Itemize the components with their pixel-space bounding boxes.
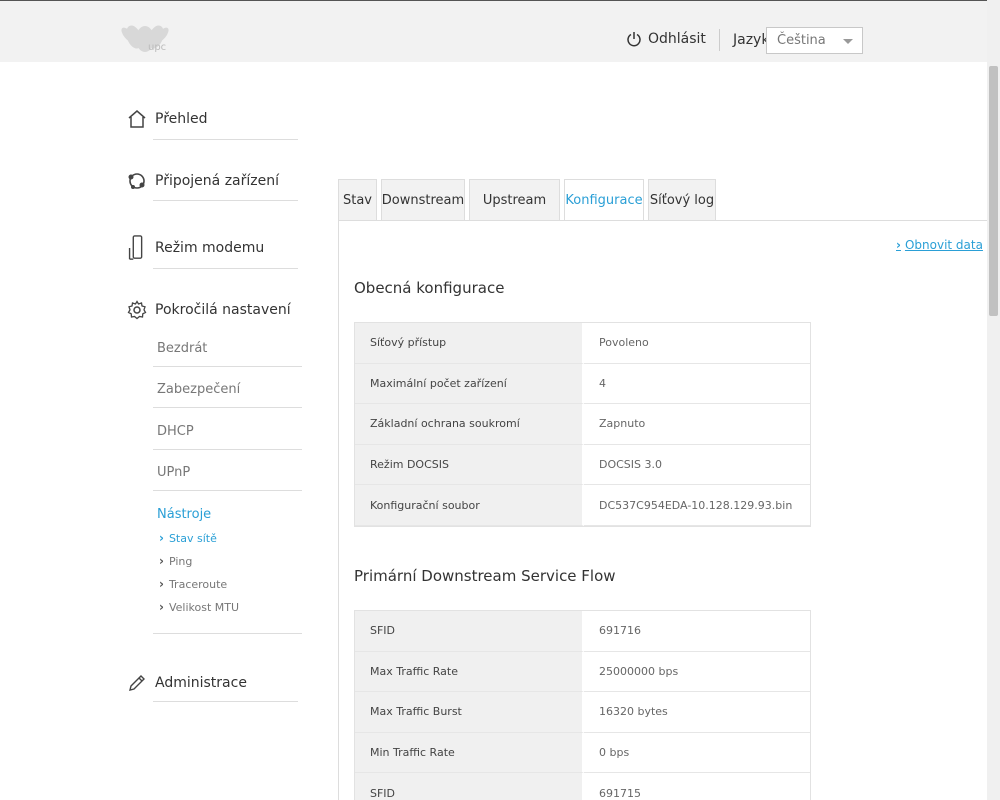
- caret-down-icon: [843, 39, 853, 44]
- tool-label: Velikost MTU: [168, 600, 240, 614]
- config-value: 25000000 bps: [584, 651, 810, 693]
- tab-upstream[interactable]: Upstream: [469, 179, 560, 220]
- sidebar-subitem-wireless[interactable]: Bezdrát: [157, 341, 207, 356]
- tool-label: Ping: [168, 554, 193, 568]
- home-icon: [128, 110, 146, 128]
- section-title-general: Obecná konfigurace: [354, 279, 505, 297]
- divider: [153, 633, 302, 634]
- refresh-label: Obnovit data: [904, 238, 983, 252]
- config-value: Povoleno: [584, 323, 810, 364]
- divider: [153, 366, 302, 367]
- config-key: Konfigurační soubor: [355, 485, 584, 526]
- sidebar-item-advanced[interactable]: Pokročilá nastavení: [127, 300, 291, 320]
- table-row: Maximální počet zařízení 4: [355, 363, 810, 405]
- refresh-data-link[interactable]: › Obnovit data: [896, 238, 983, 252]
- downstream-flow-table: SFID 691716 Max Traffic Rate 25000000 bps Ma…: [354, 610, 811, 800]
- header-divider: [719, 29, 720, 51]
- table-row: SFID 691716: [355, 611, 810, 652]
- table-row: Základní ochrana soukromí Zapnuto: [355, 404, 810, 445]
- divider: [153, 407, 302, 408]
- tab-downstream[interactable]: Downstream: [381, 179, 465, 220]
- table-row: SFID 691715: [355, 773, 810, 800]
- modem-icon: [128, 235, 143, 260]
- sidebar-item-label: Pokročilá nastavení: [155, 302, 291, 318]
- tab-configuration[interactable]: Konfigurace: [564, 179, 644, 221]
- table-row: Max Traffic Burst 16320 bytes: [355, 692, 810, 733]
- config-key: Základní ochrana soukromí: [355, 404, 584, 445]
- divider: [153, 268, 298, 269]
- sidebar-tool-mtu-size[interactable]: › Velikost MTU: [159, 600, 239, 614]
- config-key: Síťový přístup: [355, 323, 584, 364]
- chevron-right-icon: ›: [159, 554, 164, 568]
- chevron-right-icon: ›: [896, 238, 901, 252]
- config-value: 0 bps: [584, 732, 810, 774]
- logo-text: upc: [148, 42, 167, 53]
- sidebar-subitem-security[interactable]: Zabezpečení: [157, 382, 240, 397]
- config-key: Maximální počet zařízení: [355, 363, 584, 405]
- sidebar-item-label: Přehled: [155, 111, 208, 127]
- config-value: DC537C954EDA-10.128.129.93.bin: [584, 485, 810, 526]
- chevron-right-icon: ›: [159, 600, 164, 614]
- gear-icon: [127, 300, 147, 320]
- config-value: 691715: [584, 773, 810, 800]
- section-title-downstream: Primární Downstream Service Flow: [354, 567, 616, 585]
- chevron-right-icon: ›: [159, 531, 164, 545]
- divider: [153, 490, 302, 491]
- tab-network-log[interactable]: Síťový log: [648, 179, 716, 220]
- page-scrollbar[interactable]: [987, 0, 1000, 800]
- sidebar-tool-ping[interactable]: › Ping: [159, 554, 192, 568]
- sidebar-item-label: Připojená zařízení: [155, 173, 279, 189]
- power-icon: [627, 32, 641, 47]
- chevron-right-icon: ›: [159, 577, 164, 591]
- sidebar-item-overview[interactable]: Přehled: [127, 109, 208, 129]
- divider: [153, 200, 298, 201]
- logout-label: Odhlásit: [648, 31, 706, 47]
- config-value: 691716: [584, 611, 810, 652]
- pencil-icon: [129, 675, 145, 691]
- general-config-table: Síťový přístup Povoleno Maximální počet za…: [354, 322, 811, 527]
- config-value: 16320 bytes: [584, 692, 810, 733]
- sidebar-item-modem-mode[interactable]: Režim modemu: [127, 235, 264, 261]
- tool-label: Traceroute: [168, 577, 228, 591]
- divider: [153, 701, 298, 702]
- config-key: SFID: [355, 773, 584, 800]
- sidebar-subitem-upnp[interactable]: UPnP: [157, 465, 190, 480]
- config-value: Zapnuto: [584, 404, 810, 445]
- config-value: 4: [584, 363, 810, 405]
- tab-status[interactable]: Stav: [338, 179, 377, 220]
- divider: [153, 449, 302, 450]
- config-key: Min Traffic Rate: [355, 732, 584, 774]
- table-row: Min Traffic Rate 0 bps: [355, 732, 810, 774]
- divider: [153, 139, 298, 140]
- devices-icon: [128, 173, 145, 189]
- sidebar-item-connected-devices[interactable]: Připojená zařízení: [127, 171, 279, 191]
- sidebar-subitem-tools[interactable]: Nástroje: [157, 507, 211, 522]
- sidebar-subitem-dhcp[interactable]: DHCP: [157, 424, 194, 439]
- config-key: Max Traffic Burst: [355, 692, 584, 733]
- scrollbar-thumb[interactable]: [989, 66, 998, 316]
- tool-label: Stav sítě: [168, 531, 217, 545]
- sidebar-item-label: Režim modemu: [155, 240, 265, 256]
- sidebar-tool-traceroute[interactable]: › Traceroute: [159, 577, 227, 591]
- logout-button[interactable]: Odhlásit: [626, 31, 706, 47]
- language-label: Jazyk: [733, 32, 770, 48]
- language-select[interactable]: Čeština: [766, 27, 863, 54]
- sidebar-tool-network-status[interactable]: › Stav sítě: [159, 531, 217, 545]
- table-row: Max Traffic Rate 25000000 bps: [355, 651, 810, 693]
- sidebar-item-label: Administrace: [155, 675, 247, 691]
- config-key: Režim DOCSIS: [355, 444, 584, 486]
- config-key: SFID: [355, 611, 584, 652]
- table-row: Režim DOCSIS DOCSIS 3.0: [355, 444, 810, 486]
- config-value: DOCSIS 3.0: [584, 444, 810, 486]
- config-key: Max Traffic Rate: [355, 651, 584, 693]
- sidebar-item-administration[interactable]: Administrace: [127, 673, 247, 693]
- top-header: upc Odhlásit Jazyk Čeština: [0, 0, 987, 62]
- table-row: Síťový přístup Povoleno: [355, 323, 810, 364]
- tab-bar: Stav Downstream Upstream Konfigurace Síť…: [338, 179, 716, 221]
- language-value: Čeština: [777, 33, 826, 48]
- table-row: Konfigurační soubor DC537C954EDA-10.128.1…: [355, 485, 810, 526]
